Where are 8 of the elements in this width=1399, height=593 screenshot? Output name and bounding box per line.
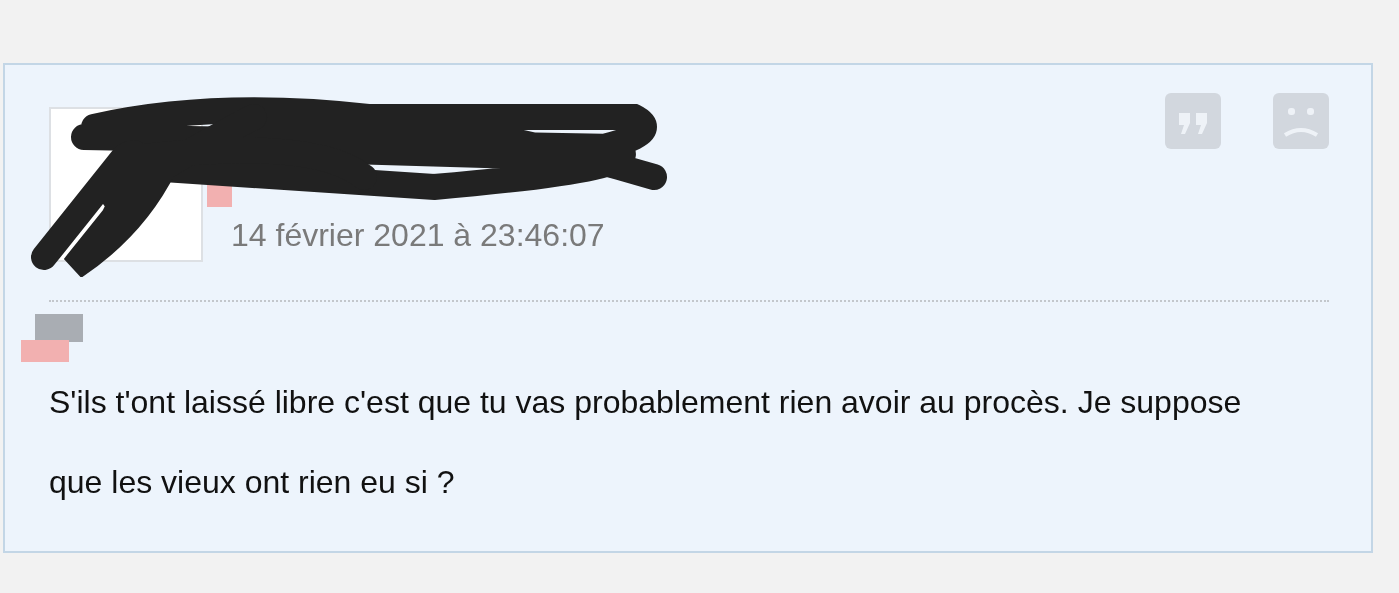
quote-button[interactable]: [1165, 93, 1221, 149]
post-date: 14 février 2021 à 23:46:07: [231, 217, 605, 254]
quote-icon: [1165, 93, 1221, 149]
report-button[interactable]: [1273, 93, 1329, 149]
smudge-mark: [21, 340, 69, 362]
post-text: S'ils t'ont laissé libre c'est que tu vas probablement rien avoir au procès. Je suppose que les vieux ont rien eu si ?: [49, 383, 1243, 502]
sad-face-icon: [1273, 93, 1329, 149]
smudge-mark: [35, 314, 83, 342]
